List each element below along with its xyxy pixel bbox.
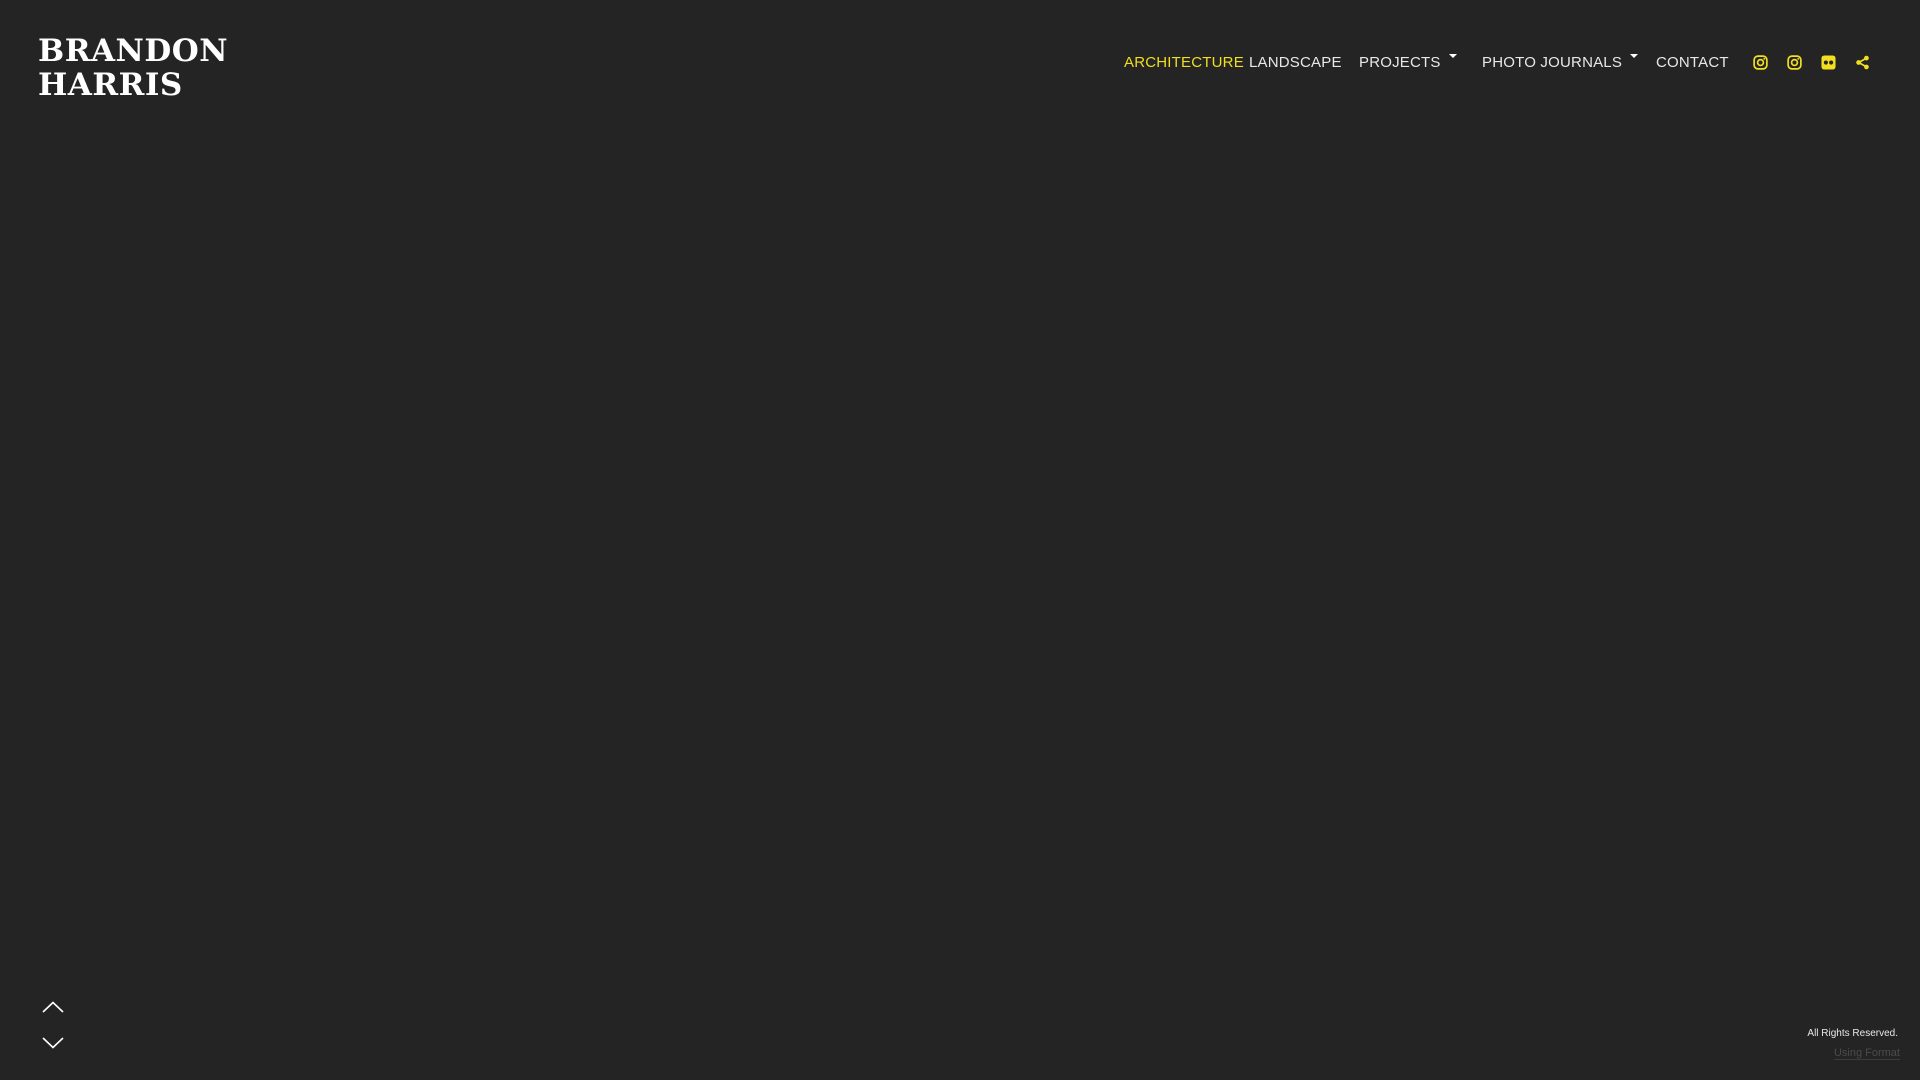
next-slide-button[interactable] <box>40 1033 66 1053</box>
nav-item-photo-journals[interactable]: PHOTO JOURNALS <box>1482 52 1639 72</box>
previous-slide-button[interactable] <box>40 997 66 1017</box>
share-icon[interactable] <box>1852 52 1872 72</box>
copyright-text: All Rights Reserved. <box>1807 1028 1898 1039</box>
instagram-icon[interactable] <box>1750 52 1770 72</box>
instagram-icon[interactable] <box>1784 52 1804 72</box>
nav-item-label: CONTACT <box>1656 53 1729 71</box>
flickr-icon[interactable] <box>1818 52 1838 72</box>
logo-line-2: HARRIS <box>38 67 183 103</box>
nav-item-label: PHOTO JOURNALS <box>1482 53 1623 71</box>
nav-item-contact[interactable]: CONTACT <box>1656 52 1729 72</box>
chevron-up-icon <box>42 1001 64 1013</box>
chevron-down-icon <box>42 1037 64 1049</box>
caret-down-icon <box>1448 54 1457 58</box>
nav-item-projects[interactable]: PROJECTS <box>1359 52 1457 72</box>
nav-item-label: PROJECTS <box>1359 53 1441 71</box>
nav-item-landscape[interactable]: LANDSCAPE <box>1249 52 1342 72</box>
site-logo[interactable]: BRANDON HARRIS <box>38 34 228 102</box>
format-credit-link[interactable]: Using Format <box>1833 1047 1900 1060</box>
nav-item-label: LANDSCAPE <box>1249 53 1342 71</box>
page: BRANDON HARRIS ARCHITECTURE LANDSCAPE PR… <box>0 0 1920 1080</box>
caret-down-icon <box>1630 54 1639 58</box>
nav-item-architecture[interactable]: ARCHITECTURE <box>1124 52 1244 72</box>
logo-line-1: BRANDON <box>38 33 229 69</box>
nav-item-label: ARCHITECTURE <box>1124 53 1244 71</box>
